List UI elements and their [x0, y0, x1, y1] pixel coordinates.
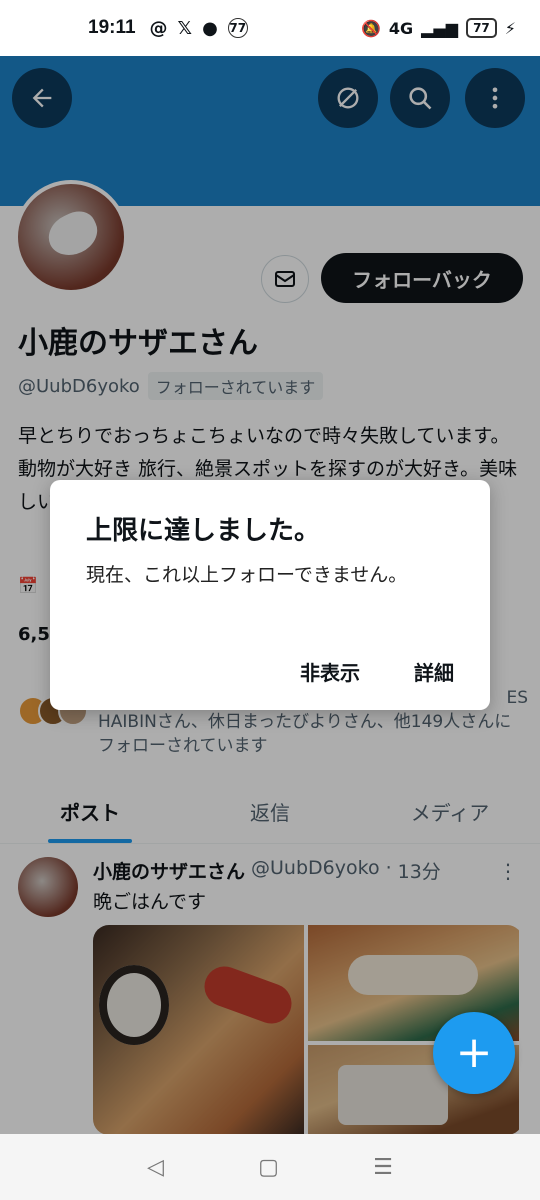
status-bar: 19:11 @ 𝕏 ● 77 🔕 4G ▂▄▆ 77 ⚡: [0, 0, 540, 56]
mute-bell-icon: 🔕: [360, 18, 381, 38]
battery-level: 77: [466, 18, 497, 38]
dialog-actions: 非表示 詳細: [300, 657, 454, 686]
77-badge-icon: 77: [227, 18, 248, 38]
nav-back-icon[interactable]: ◁: [147, 1155, 164, 1180]
threads-icon: @: [149, 17, 168, 39]
compose-button[interactable]: +: [433, 1012, 515, 1094]
dialog-message: 現在、これ以上フォローできません。: [86, 564, 408, 586]
system-nav-bar: ◁ ▢ ☰: [0, 1134, 540, 1200]
network-label: 4G: [388, 18, 414, 38]
status-notification-icons: @ 𝕏 ● 77: [150, 18, 248, 39]
plus-icon: +: [455, 1027, 493, 1078]
status-system-icons: 🔕 4G ▂▄▆ 77 ⚡: [361, 18, 516, 38]
dialog-title: 上限に達しました。: [86, 516, 321, 546]
status-time: 19:11: [88, 17, 136, 38]
bulb-icon: ●: [202, 17, 218, 39]
nav-menu-icon[interactable]: ☰: [373, 1155, 393, 1180]
limit-dialog: 上限に達しました。 現在、これ以上フォローできません。 非表示 詳細: [50, 480, 490, 710]
x-icon: 𝕏: [177, 17, 193, 39]
nav-home-icon[interactable]: ▢: [258, 1155, 279, 1180]
signal-icon: ▂▄▆: [421, 18, 459, 38]
screen: 19:11 @ 𝕏 ● 77 🔕 4G ▂▄▆ 77 ⚡ フォローバック 小鹿の…: [0, 0, 540, 1200]
details-button[interactable]: 詳細: [414, 657, 454, 686]
hide-button[interactable]: 非表示: [300, 657, 360, 686]
charging-icon: ⚡: [504, 18, 516, 38]
